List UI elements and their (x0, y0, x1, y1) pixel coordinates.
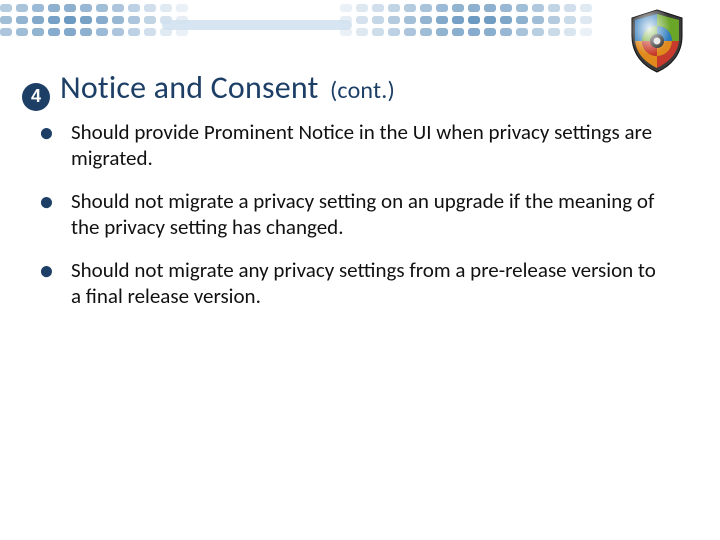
slide-title: Notice and Consent (cont.) (60, 68, 395, 107)
bullet-text: Should provide Prominent Notice in the U… (71, 120, 660, 171)
section-number-badge: 4 (22, 83, 50, 111)
slide: 4 Notice and Consent (cont.) • Should pr… (0, 0, 720, 540)
slide-body: • Should provide Prominent Notice in the… (40, 120, 660, 328)
slide-title-main: Notice and Consent (60, 68, 319, 107)
bullet-icon: • (40, 191, 53, 211)
list-item: • Should not migrate any privacy setting… (40, 258, 660, 309)
list-item: • Should provide Prominent Notice in the… (40, 120, 660, 171)
bullet-text: Should not migrate a privacy setting on … (71, 189, 660, 240)
slide-title-cont: (cont.) (330, 76, 395, 105)
decorative-tile-strip (0, 0, 720, 54)
bullet-icon: • (40, 260, 53, 280)
slide-title-row: 4 Notice and Consent (cont.) (22, 68, 395, 107)
list-item: • Should not migrate a privacy setting o… (40, 189, 660, 240)
bullet-icon: • (40, 122, 53, 142)
section-number: 4 (31, 86, 41, 107)
bullet-text: Should not migrate any privacy settings … (71, 258, 660, 309)
shield-security-icon (622, 6, 692, 76)
